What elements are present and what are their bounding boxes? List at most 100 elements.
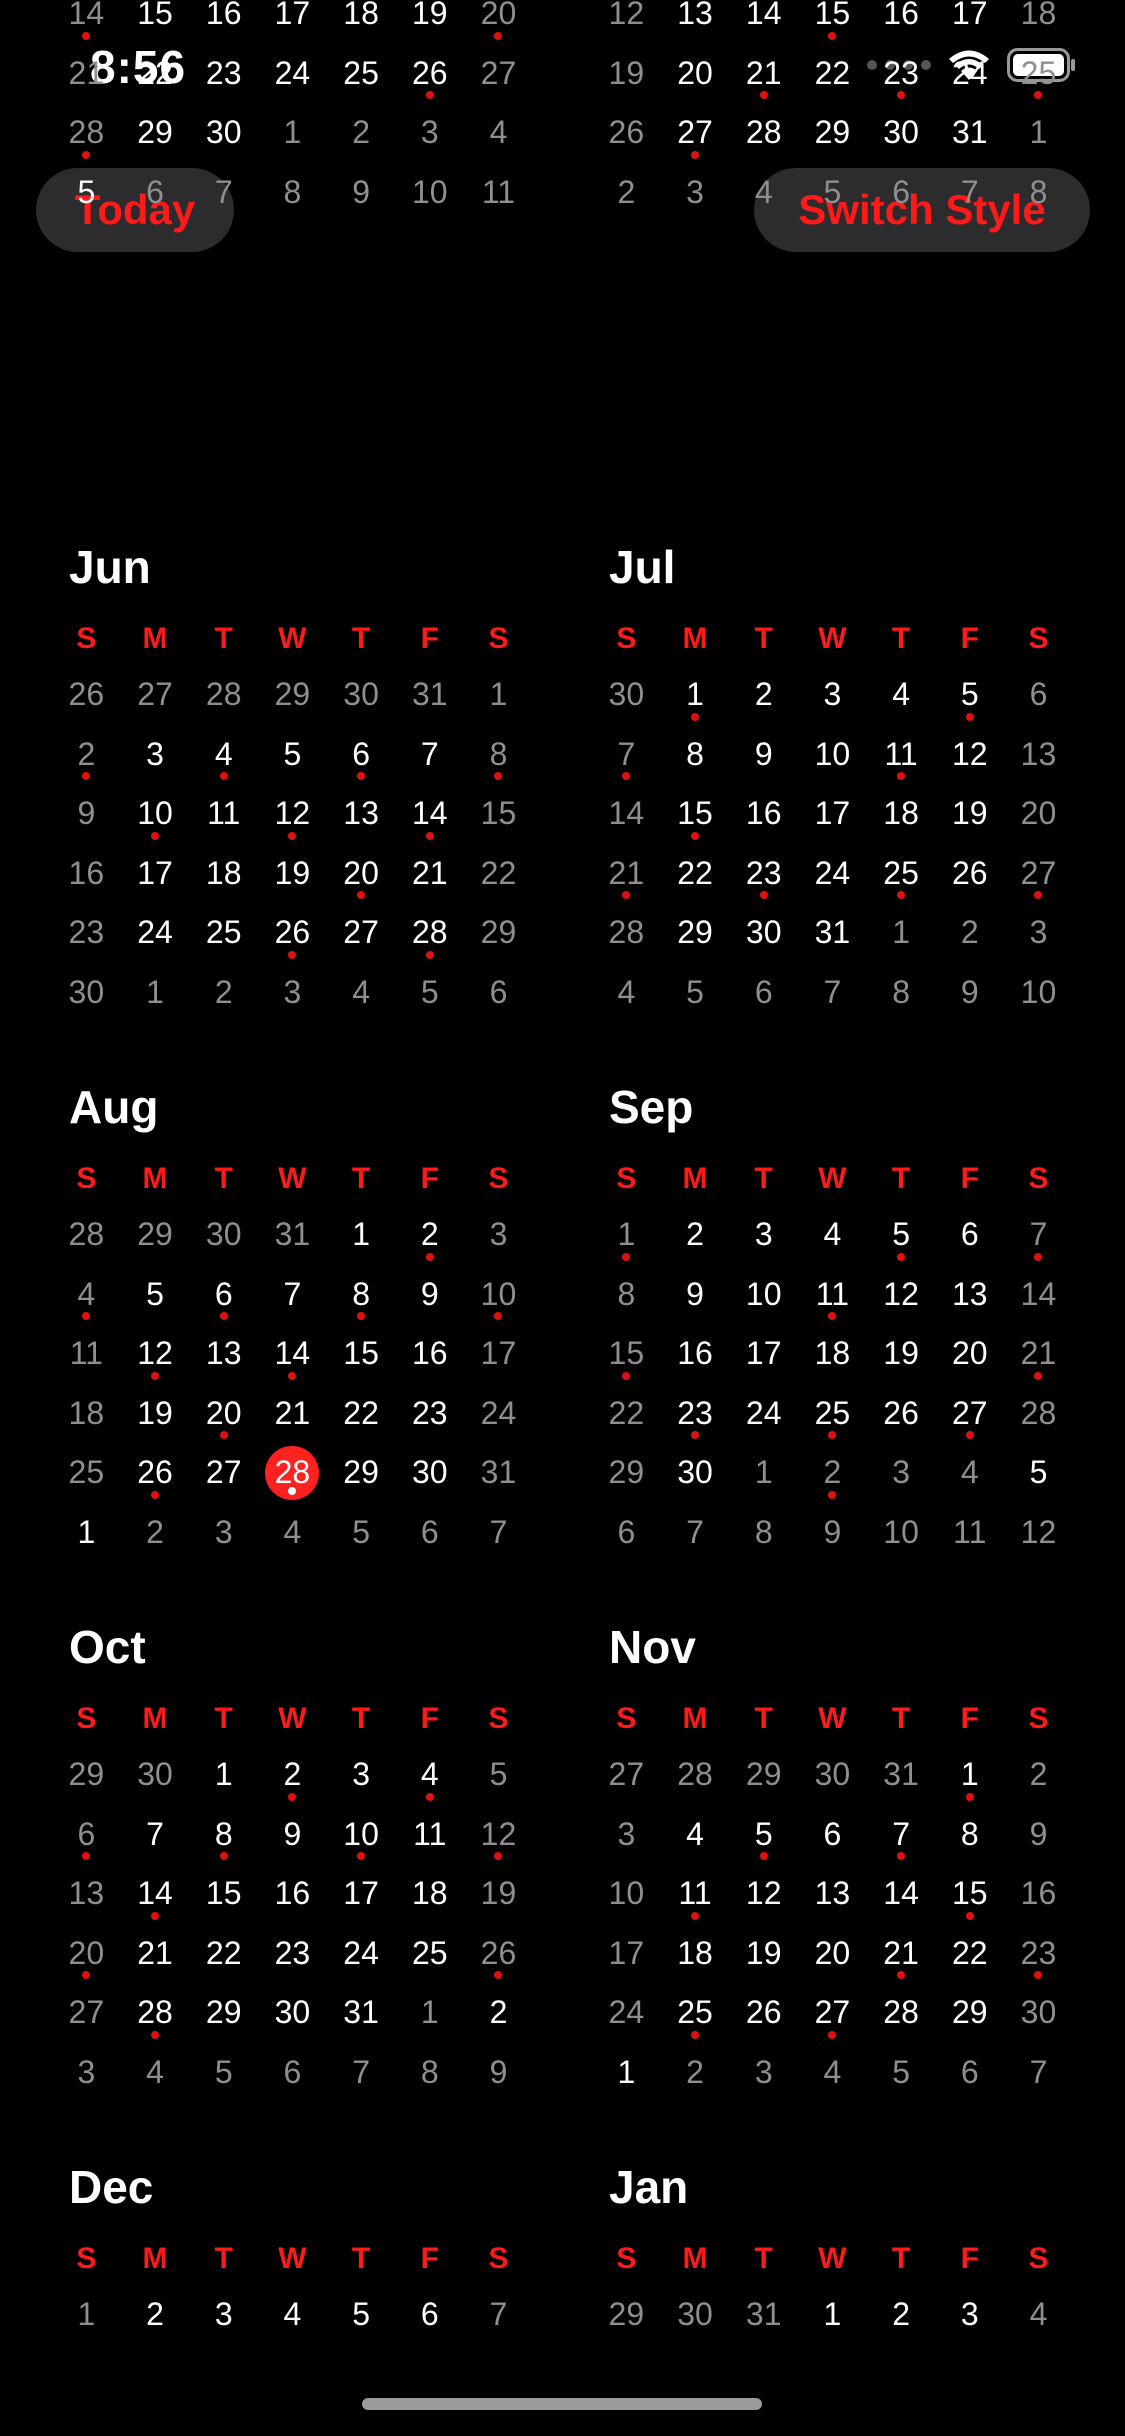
day-cell[interactable]: 4	[258, 2285, 327, 2345]
day-cell[interactable]: 23	[395, 1384, 464, 1444]
day-cell[interactable]: 10	[327, 1805, 396, 1865]
day-cell[interactable]: 6	[327, 725, 396, 785]
day-cell[interactable]: 25	[52, 1443, 121, 1503]
day-cell[interactable]: 3	[798, 665, 867, 725]
day-cell[interactable]: 2	[867, 2285, 936, 2345]
day-cell[interactable]: 24	[592, 1983, 661, 2043]
day-cell[interactable]: 12	[121, 1324, 190, 1384]
day-cell[interactable]: 31	[935, 103, 1004, 163]
day-cell[interactable]: 25	[395, 1924, 464, 1984]
day-cell[interactable]: 29	[729, 1745, 798, 1805]
day-cell[interactable]: 5	[395, 963, 464, 1023]
day-cell[interactable]: 17	[729, 1324, 798, 1384]
day-cell[interactable]: 11	[395, 1805, 464, 1865]
day-cell[interactable]: 12	[592, 0, 661, 44]
day-cell[interactable]: 30	[867, 103, 936, 163]
day-cell[interactable]: 26	[258, 903, 327, 963]
day-cell[interactable]: 1	[592, 1205, 661, 1265]
day-cell[interactable]: 19	[729, 1924, 798, 1984]
day-cell-today[interactable]: 28	[258, 1443, 327, 1503]
day-cell[interactable]: 3	[592, 1805, 661, 1865]
day-cell[interactable]: 3	[729, 1205, 798, 1265]
day-cell[interactable]: 8	[935, 1805, 1004, 1865]
day-cell[interactable]: 5	[935, 665, 1004, 725]
day-cell[interactable]: 26	[935, 844, 1004, 904]
day-cell[interactable]: 14	[867, 1864, 936, 1924]
day-cell[interactable]: 12	[1004, 1503, 1073, 1563]
day-cell[interactable]: 10	[464, 1265, 533, 1325]
day-cell[interactable]: 31	[798, 903, 867, 963]
day-cell[interactable]: 7	[1004, 2043, 1073, 2103]
day-cell[interactable]: 21	[121, 1924, 190, 1984]
day-cell[interactable]: 29	[592, 2285, 661, 2345]
day-cell[interactable]: 1	[867, 903, 936, 963]
day-cell[interactable]: 13	[798, 1864, 867, 1924]
day-cell[interactable]: 8	[729, 1503, 798, 1563]
day-cell[interactable]: 27	[592, 1745, 661, 1805]
day-cell[interactable]: 22	[661, 844, 730, 904]
day-cell[interactable]: 15	[592, 1324, 661, 1384]
day-cell[interactable]: 5	[121, 1265, 190, 1325]
day-cell[interactable]: 6	[258, 2043, 327, 2103]
day-cell[interactable]: 28	[729, 103, 798, 163]
day-cell[interactable]: 13	[1004, 725, 1073, 785]
day-cell[interactable]: 23	[189, 44, 258, 104]
day-cell[interactable]: 10	[867, 1503, 936, 1563]
day-cell[interactable]: 3	[395, 103, 464, 163]
day-cell[interactable]: 2	[729, 665, 798, 725]
day-cell[interactable]: 4	[798, 1205, 867, 1265]
day-cell[interactable]: 23	[661, 1384, 730, 1444]
day-cell[interactable]: 4	[661, 1805, 730, 1865]
day-cell[interactable]: 1	[327, 1205, 396, 1265]
day-cell[interactable]: 17	[121, 844, 190, 904]
day-cell[interactable]: 20	[52, 1924, 121, 1984]
day-cell[interactable]: 19	[395, 0, 464, 44]
day-cell[interactable]: 4	[592, 963, 661, 1023]
day-cell[interactable]: 27	[464, 44, 533, 104]
day-cell[interactable]: 29	[798, 103, 867, 163]
day-cell[interactable]: 1	[592, 2043, 661, 2103]
day-cell[interactable]: 5	[327, 2285, 396, 2345]
day-cell[interactable]: 7	[258, 1265, 327, 1325]
day-cell[interactable]: 17	[935, 0, 1004, 44]
day-cell[interactable]: 14	[258, 1324, 327, 1384]
day-cell[interactable]: 20	[189, 1384, 258, 1444]
day-cell[interactable]: 4	[189, 725, 258, 785]
day-cell[interactable]: 21	[52, 44, 121, 104]
day-cell[interactable]: 29	[258, 665, 327, 725]
day-cell[interactable]: 23	[729, 844, 798, 904]
day-cell[interactable]: 21	[729, 44, 798, 104]
day-cell[interactable]: 6	[395, 2285, 464, 2345]
day-cell[interactable]: 7	[464, 2285, 533, 2345]
day-cell[interactable]: 16	[189, 0, 258, 44]
day-cell[interactable]: 28	[592, 903, 661, 963]
day-cell[interactable]: 26	[729, 1983, 798, 2043]
day-cell[interactable]: 10	[395, 163, 464, 223]
day-cell[interactable]: 5	[327, 1503, 396, 1563]
day-cell[interactable]: 8	[592, 1265, 661, 1325]
day-cell[interactable]: 16	[867, 0, 936, 44]
day-cell[interactable]: 27	[327, 903, 396, 963]
day-cell[interactable]: 7	[395, 725, 464, 785]
day-cell[interactable]: 9	[661, 1265, 730, 1325]
day-cell[interactable]: 13	[935, 1265, 1004, 1325]
day-cell[interactable]: 6	[52, 1805, 121, 1865]
day-cell[interactable]: 10	[798, 725, 867, 785]
day-cell[interactable]: 7	[464, 1503, 533, 1563]
day-cell[interactable]: 29	[935, 1983, 1004, 2043]
day-cell[interactable]: 27	[121, 665, 190, 725]
day-cell[interactable]: 1	[798, 2285, 867, 2345]
day-cell[interactable]: 12	[867, 1265, 936, 1325]
day-cell[interactable]: 30	[189, 1205, 258, 1265]
day-cell[interactable]: 29	[327, 1443, 396, 1503]
day-cell[interactable]: 6	[395, 1503, 464, 1563]
day-cell[interactable]: 8	[395, 2043, 464, 2103]
day-cell[interactable]: 30	[661, 2285, 730, 2345]
day-cell[interactable]: 8	[867, 963, 936, 1023]
day-cell[interactable]: 22	[592, 1384, 661, 1444]
day-cell[interactable]: 16	[661, 1324, 730, 1384]
day-cell[interactable]: 23	[258, 1924, 327, 1984]
day-cell[interactable]: 14	[729, 0, 798, 44]
day-cell[interactable]: 2	[661, 1205, 730, 1265]
day-cell[interactable]: 29	[464, 903, 533, 963]
